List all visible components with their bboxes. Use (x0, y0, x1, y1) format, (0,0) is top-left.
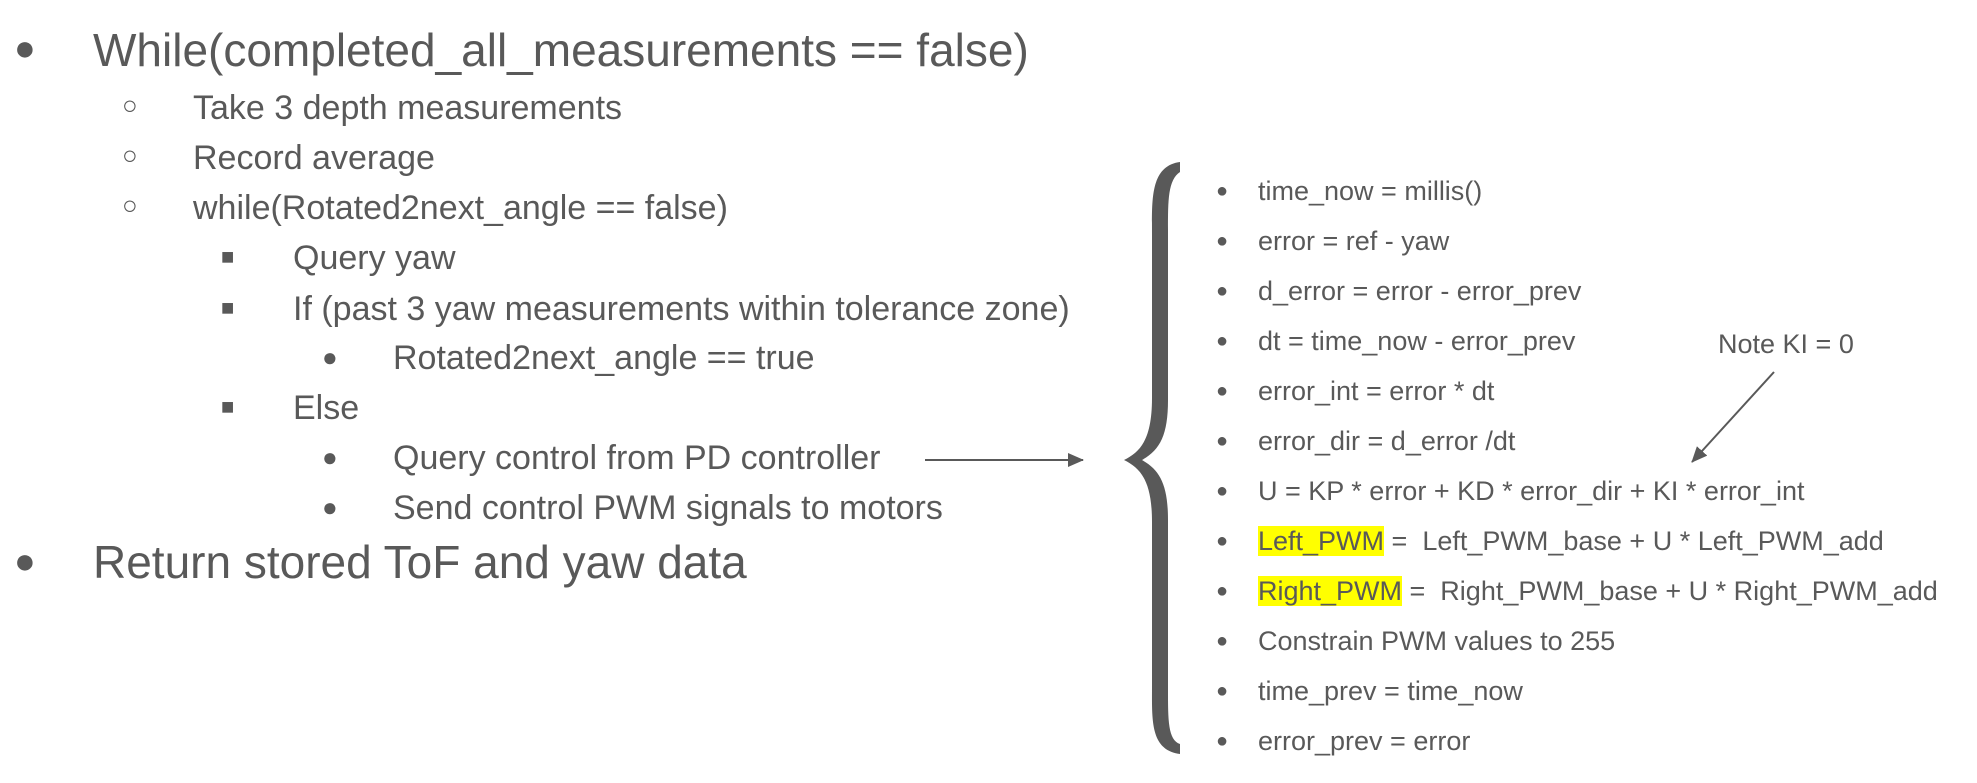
controller-bullet: ● (1216, 380, 1229, 402)
controller-line-error-dir: error_dir = d_error /dt (1258, 426, 1516, 456)
left-pwm-formula: = Left_PWM_base + U * Left_PWM_add (1384, 526, 1884, 556)
controller-line-time-now: time_now = millis() (1258, 176, 1483, 206)
controller-line-error: error = ref - yaw (1258, 226, 1450, 256)
controller-bullet: ● (1216, 480, 1229, 502)
controller-bullet: ● (1216, 230, 1229, 252)
connector-graphics (925, 162, 1775, 754)
controller-line-right-pwm: Right_PWM = Right_PWM_base + U * Right_P… (1258, 576, 1938, 606)
controller-line-dt: dt = time_now - error_prev (1258, 326, 1576, 356)
controller-bullet: ● (1216, 580, 1229, 602)
controller-line-d-error: d_error = error - error_prev (1258, 276, 1582, 306)
controller-line-time-prev: time_prev = time_now (1258, 676, 1523, 706)
controller-line-constrain: Constrain PWM values to 255 (1258, 626, 1616, 656)
controller-bullet: ● (1216, 730, 1229, 752)
controller-bullet: ● (1216, 430, 1229, 452)
controller-bullet: ● (1216, 630, 1229, 652)
note-ki-zero: Note KI = 0 (1718, 329, 1854, 359)
controller-bullet: ● (1216, 280, 1229, 302)
controller-line-left-pwm: Left_PWM = Left_PWM_base + U * Left_PWM_… (1258, 526, 1884, 556)
curly-brace (1124, 162, 1180, 754)
left-pwm-highlight: Left_PWM (1258, 526, 1385, 556)
controller-bullet: ● (1216, 330, 1229, 352)
controller-bullet: ● (1216, 180, 1229, 202)
controller-bullet: ● (1216, 680, 1229, 702)
note-arrow (1691, 371, 1775, 463)
controller-line-control-law: U = KP * error + KD * error_dir + KI * e… (1258, 476, 1805, 506)
controller-bullet: ● (1216, 530, 1229, 552)
right-pwm-formula: = Right_PWM_base + U * Right_PWM_add (1402, 576, 1938, 606)
controller-line-error-int: error_int = error * dt (1258, 376, 1495, 406)
right-pwm-highlight: Right_PWM (1258, 576, 1403, 606)
controller-line-error-prev: error_prev = error (1258, 726, 1471, 756)
